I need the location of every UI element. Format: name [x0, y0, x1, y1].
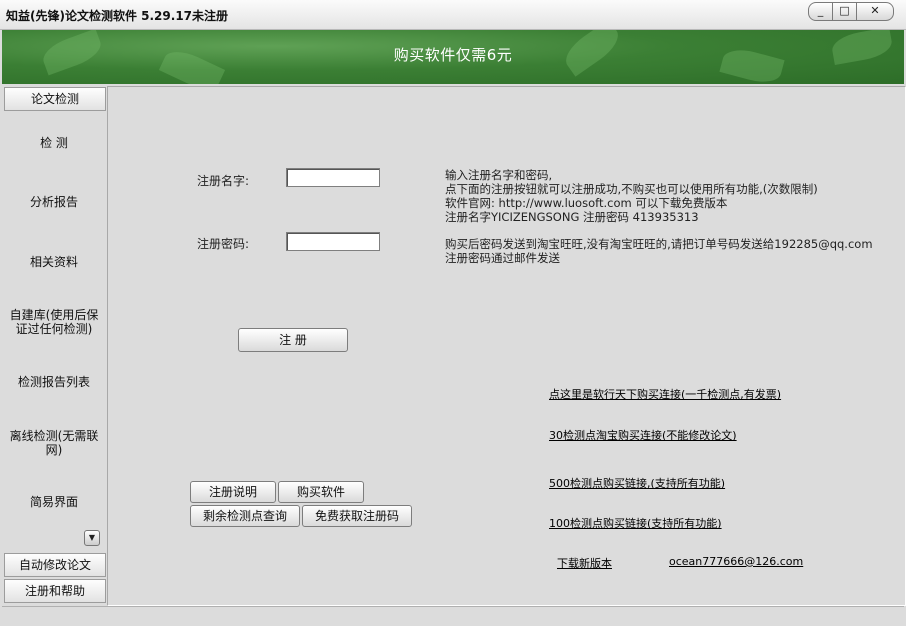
- download-link[interactable]: 下载新版本: [557, 555, 612, 571]
- maximize-button[interactable]: □: [832, 2, 857, 21]
- register-name-input[interactable]: [286, 168, 380, 187]
- sidebar-item-simple-ui[interactable]: 简易界面: [6, 495, 102, 509]
- register-password-input[interactable]: [286, 232, 380, 251]
- window-title: 知益(先锋)论文检测软件 5.29.17未注册: [6, 9, 229, 23]
- close-button[interactable]: ✕: [856, 2, 894, 21]
- buy-link-1000[interactable]: 点这里是软行天下购买连接(一千检测点,有发票): [549, 386, 781, 402]
- minimize-button[interactable]: _: [808, 2, 833, 21]
- status-bar: [2, 606, 904, 625]
- info-line: 点下面的注册按钮就可以注册成功,不购买也可以使用所有功能,(次数限制): [445, 182, 818, 196]
- sidebar-item-report-list[interactable]: 检测报告列表: [6, 375, 102, 389]
- window-controls: _ □ ✕: [808, 2, 894, 21]
- sidebar-item-related-materials[interactable]: 相关资料: [6, 255, 102, 269]
- buy-link-100[interactable]: 100检测点购买链接(支持所有功能): [549, 515, 722, 531]
- banner-text: 购买软件仅需6元: [393, 46, 513, 64]
- sidebar-paper-check-button[interactable]: 论文检测: [4, 87, 106, 111]
- sidebar-item-offline-check[interactable]: 离线检测(无需联网): [6, 429, 102, 457]
- register-help-button[interactable]: 注册说明: [190, 481, 276, 503]
- sidebar-item-self-library[interactable]: 自建库(使用后保证过任何检测): [6, 308, 102, 336]
- info-line: 购买后密码发送到淘宝旺旺,没有淘宝旺旺的,请把订单号码发送给192285@qq.…: [445, 237, 873, 251]
- promo-banner: 购买软件仅需6元: [2, 30, 904, 84]
- title-bar: 知益(先锋)论文检测软件 5.29.17未注册 _ □ ✕: [0, 0, 906, 30]
- buy-link-30[interactable]: 30检测点淘宝购买连接(不能修改论文): [549, 427, 737, 443]
- sidebar-item-check[interactable]: 检 测: [6, 136, 102, 150]
- email-link[interactable]: ocean777666@126.com: [669, 555, 803, 568]
- register-password-label: 注册密码:: [197, 237, 250, 251]
- info-line: 注册名字YICIZENGSONG 注册密码 413935313: [445, 210, 699, 224]
- register-button[interactable]: 注 册: [238, 328, 348, 352]
- sidebar: 论文检测 检 测 分析报告 相关资料 自建库(使用后保证过任何检测) 检测报告列…: [2, 84, 106, 606]
- buy-link-500[interactable]: 500检测点购买链接,(支持所有功能): [549, 475, 725, 491]
- remaining-points-button[interactable]: 剩余检测点查询: [190, 505, 300, 527]
- info-line: 输入注册名字和密码,: [445, 168, 553, 182]
- sidebar-register-help-button[interactable]: 注册和帮助: [4, 579, 106, 603]
- purchase-info-block: 购买后密码发送到淘宝旺旺,没有淘宝旺旺的,请把订单号码发送给192285@qq.…: [445, 237, 873, 265]
- buy-software-button[interactable]: 购买软件: [278, 481, 364, 503]
- sidebar-item-analysis-report[interactable]: 分析报告: [6, 195, 102, 209]
- scroll-down-icon[interactable]: ▼: [84, 530, 100, 546]
- register-info-block: 输入注册名字和密码, 点下面的注册按钮就可以注册成功,不购买也可以使用所有功能,…: [445, 168, 818, 224]
- main-panel: 注册名字: 注册密码: 输入注册名字和密码, 点下面的注册按钮就可以注册成功,不…: [107, 86, 906, 606]
- info-line: 注册密码通过邮件发送: [445, 251, 560, 265]
- info-line: 软件官网: http://www.luosoft.com 可以下载免费版本: [445, 196, 728, 210]
- free-code-button[interactable]: 免费获取注册码: [302, 505, 412, 527]
- register-name-label: 注册名字:: [197, 174, 250, 188]
- sidebar-auto-revise-button[interactable]: 自动修改论文: [4, 553, 106, 577]
